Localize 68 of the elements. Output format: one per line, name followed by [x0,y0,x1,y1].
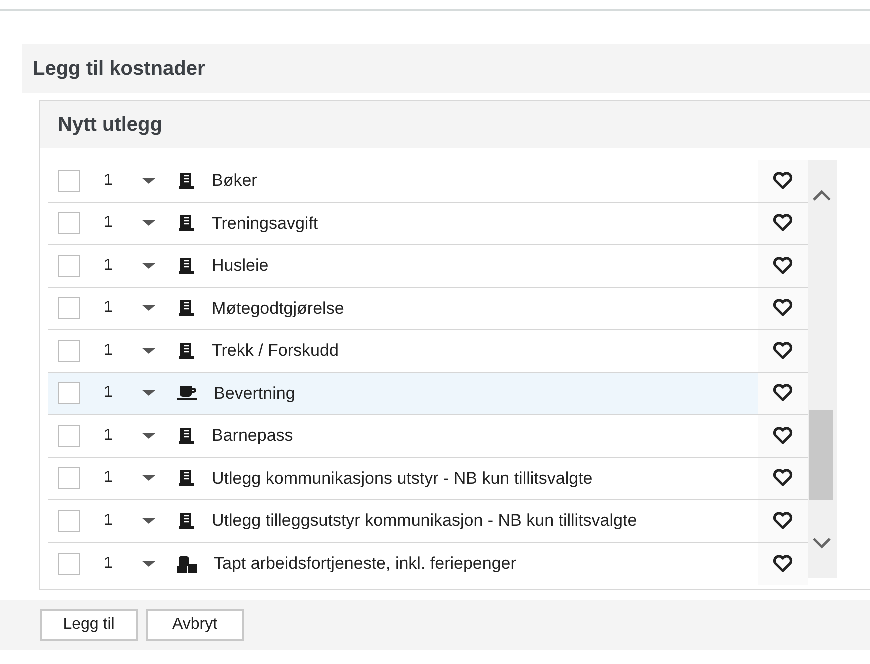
heart-icon[interactable] [773,299,793,318]
checkbox[interactable] [58,467,80,490]
dialog-button[interactable]: Legg til [40,609,138,641]
checkbox[interactable] [58,170,80,192]
coins-icon [176,554,198,574]
document-icon [176,213,196,234]
quantity: 1 [104,170,114,191]
checkbox[interactable] [58,552,80,575]
dialog-title: Legg til kostnader [33,56,206,82]
checkbox[interactable] [58,510,80,532]
quantity: 1 [104,426,114,446]
dialog-button[interactable]: Avbryt [146,609,244,641]
checkbox[interactable] [58,424,80,447]
quantity: 1 [104,213,114,234]
checkbox[interactable] [58,297,80,320]
list-row[interactable]: 1 Bevertning [48,372,758,414]
checkbox[interactable] [58,254,80,277]
expense-type[interactable]: Trekk / Forskudd [212,338,339,364]
checkbox[interactable] [58,340,80,362]
caret-icon[interactable] [142,389,156,398]
caret-icon[interactable] [142,304,156,312]
checkbox[interactable] [58,212,80,234]
document-icon [176,256,196,276]
document-icon [176,510,196,531]
expense-type[interactable]: Husleie [212,253,269,278]
heart-icon[interactable] [773,512,793,530]
caret-icon[interactable] [142,516,156,525]
chevron-down-icon[interactable] [812,537,832,549]
panel-title: Nytt utlegg [58,112,162,138]
caret-icon[interactable] [142,346,156,355]
expense-type[interactable]: Bevertning [214,380,296,406]
expense-type[interactable]: Bøker [212,168,258,194]
heart-icon[interactable] [773,554,793,573]
expense-type[interactable]: Tapt arbeidsfortjeneste, inkl. feriepenger [214,551,516,576]
quantity: 1 [104,468,114,488]
caret-icon[interactable] [142,474,156,482]
caret-icon[interactable] [142,219,156,228]
caret-icon[interactable] [142,432,156,440]
heart-icon[interactable] [773,256,793,275]
quantity: 1 [104,510,114,531]
heart-icon[interactable] [773,214,793,232]
checkbox[interactable] [58,382,80,404]
document-icon [176,340,196,361]
expense-type[interactable]: Utlegg kommunikasjons utstyr - NB kun tillitsvalgte [212,466,593,491]
heart-icon[interactable] [773,469,793,488]
scrollbar-thumb[interactable] [809,410,833,500]
document-icon [176,468,196,488]
expense-type[interactable]: Utlegg tilleggsutstyr kommunikasjon - NB kun tillitsvalgte [212,508,638,534]
chevron-up-icon[interactable] [812,190,832,202]
heart-icon[interactable] [773,172,793,190]
caret-icon[interactable] [142,262,156,270]
quantity: 1 [104,298,114,318]
quantity: 1 [104,383,114,404]
scrollbar[interactable] [808,160,837,578]
expense-type[interactable]: Treningsavgift [212,210,318,236]
heart-icon[interactable] [773,426,793,445]
quantity: 1 [104,340,114,361]
quantity: 1 [104,554,114,574]
caret-icon[interactable] [142,176,156,185]
document-icon [176,426,196,446]
document-icon [176,170,196,191]
expense-type[interactable]: Møtegodtgjørelse [212,296,344,321]
heart-icon[interactable] [773,384,793,402]
caret-icon[interactable] [142,560,156,568]
quantity: 1 [104,256,114,276]
expense-type[interactable]: Barnepass [212,423,294,448]
document-icon [176,298,196,318]
heart-icon[interactable] [773,342,793,360]
